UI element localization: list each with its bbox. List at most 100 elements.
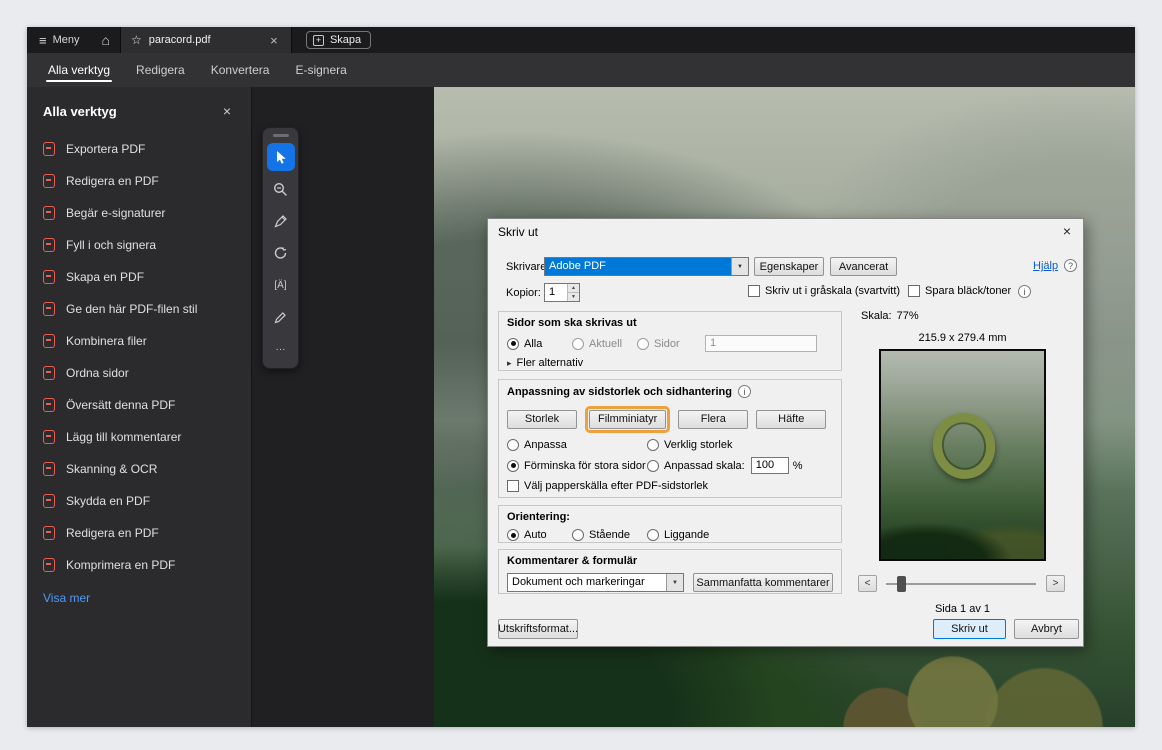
printer-select[interactable]: Adobe PDF ▼ [544, 257, 749, 276]
spin-down-icon[interactable]: ▼ [568, 293, 579, 301]
sidebar-item-exportera-pdf[interactable]: Exportera PDF [27, 133, 251, 165]
sidebar-item-label: Skanning & OCR [66, 462, 158, 476]
spin-up-icon[interactable]: ▲ [568, 284, 579, 293]
sidebar-item-ordna-sidor[interactable]: Ordna sidor [27, 357, 251, 389]
checkbox-icon [507, 480, 519, 492]
dropdown-arrow-icon[interactable]: ▼ [666, 574, 683, 591]
print-button[interactable]: Skriv ut [933, 619, 1006, 639]
copies-value[interactable]: 1 [545, 284, 567, 301]
printer-label: Skrivare: [506, 261, 550, 273]
help-icon[interactable]: ? [1064, 259, 1077, 272]
sidebar-item-redigera-pdf[interactable]: Redigera en PDF [27, 165, 251, 197]
star-icon[interactable]: ☆ [131, 33, 142, 47]
text-tool-icon: [Ä] [274, 279, 287, 291]
home-button[interactable]: ⌂ [92, 27, 120, 53]
radio-page-range[interactable]: Sidor [637, 337, 699, 350]
page-setup-button[interactable]: Utskriftsformat... [498, 619, 578, 639]
grayscale-checkbox[interactable]: Skriv ut i gråskala (svartvitt) [748, 285, 900, 297]
screen: ≡ Meny ⌂ ☆ paracord.pdf × + Skapa Alla v… [0, 0, 1162, 750]
sidebar-item-skanning-ocr[interactable]: Skanning & OCR [27, 453, 251, 485]
advanced-button[interactable]: Avancerat [830, 257, 897, 276]
sidebar-item-label: Exportera PDF [66, 142, 146, 156]
radio-actual-size[interactable]: Verklig storlek [647, 439, 732, 451]
comments-select[interactable]: Dokument och markeringar ▼ [507, 573, 684, 592]
properties-button[interactable]: Egenskaper [754, 257, 824, 276]
comments-group-title: Kommentarer & formulär [507, 555, 638, 567]
radio-label: Anpassad skala: [664, 459, 745, 472]
multiple-button[interactable]: Flera [678, 409, 749, 429]
highlighter-tool[interactable] [267, 207, 295, 235]
create-button[interactable]: + Skapa [305, 31, 372, 49]
sidebar-item-label: Begär e-signaturer [66, 206, 166, 220]
radio-fit[interactable]: Anpassa [507, 439, 647, 451]
summarize-comments-button[interactable]: Sammanfatta kommentarer [693, 573, 833, 592]
menu-button[interactable]: ≡ Meny [27, 27, 92, 53]
sidebar-item-komprimera-pdf[interactable]: Komprimera en PDF [27, 549, 251, 581]
previous-page-button[interactable]: < [858, 575, 877, 592]
sidebar-item-skydda-pdf[interactable]: Skydda en PDF [27, 485, 251, 517]
document-tab[interactable]: ☆ paracord.pdf × [119, 27, 292, 53]
page-slider-track[interactable] [886, 583, 1036, 585]
poster-button[interactable]: Filmminiatyr [589, 409, 667, 429]
info-icon[interactable]: i [1018, 285, 1031, 298]
text-select-tool[interactable]: [Ä] [267, 271, 295, 299]
sidebar-item-redigera-bort-pdf[interactable]: Redigera en PDF [27, 517, 251, 549]
sidebar-item-begar-esignaturer[interactable]: Begär e-signaturer [27, 197, 251, 229]
custom-scale-input[interactable]: 100 [750, 457, 789, 474]
sidebar-item-ge-pdf-stil[interactable]: Ge den här PDF-filen stil [27, 293, 251, 325]
pencil-tool[interactable] [267, 303, 295, 331]
paracord-ring-graphic [925, 406, 1003, 486]
toolbar-drag-handle[interactable] [272, 134, 289, 137]
info-icon[interactable]: i [737, 385, 751, 398]
radio-auto[interactable]: Auto [507, 529, 572, 541]
redact-pdf-icon [43, 526, 55, 540]
tab-alla-verktyg[interactable]: Alla verktyg [35, 53, 123, 87]
next-page-button[interactable]: > [1046, 575, 1065, 592]
radio-label: Sidor [654, 337, 680, 350]
dialog-close-icon[interactable]: × [1058, 223, 1076, 239]
sidebar-item-skapa-pdf[interactable]: Skapa en PDF [27, 261, 251, 293]
zoom-tool[interactable] [267, 175, 295, 203]
page-indicator: Sida 1 av 1 [934, 603, 991, 615]
radio-icon [572, 529, 584, 541]
radio-current-page[interactable]: Aktuell [572, 337, 637, 350]
sidebar-item-oversatt-pdf[interactable]: Översätt denna PDF [27, 389, 251, 421]
tab-label: Redigera [136, 63, 185, 77]
sidebar-item-label: Skydda en PDF [66, 494, 151, 508]
close-panel-icon[interactable]: × [219, 103, 235, 119]
save-ink-checkbox[interactable]: Spara bläck/toner [908, 285, 1011, 297]
close-tab-icon[interactable]: × [267, 33, 281, 48]
radio-portrait[interactable]: Stående [572, 529, 647, 541]
show-more-link[interactable]: Visa mer [27, 581, 251, 615]
radio-custom-scale[interactable]: Anpassad skala: [647, 459, 745, 472]
radio-all-pages[interactable]: Alla [507, 337, 572, 350]
booklet-button[interactable]: Häfte [756, 409, 827, 429]
page-slider-handle[interactable] [897, 576, 906, 592]
pages-group-title: Sidor som ska skrivas ut [507, 317, 637, 329]
scan-ocr-icon [43, 462, 55, 476]
radio-landscape[interactable]: Liggande [647, 529, 709, 541]
size-button[interactable]: Storlek [507, 409, 577, 429]
radio-shrink-oversized[interactable]: Förminska för stora sidor [507, 459, 647, 472]
paper-source-checkbox[interactable]: Välj papperskälla efter PDF-sidstorlek [507, 480, 708, 492]
tab-konvertera[interactable]: Konvertera [198, 53, 283, 87]
dialog-titlebar[interactable]: Skriv ut × [488, 219, 1083, 243]
tab-e-signera[interactable]: E-signera [282, 53, 359, 87]
tab-label: E-signera [295, 63, 347, 77]
cancel-button[interactable]: Avbryt [1014, 619, 1079, 639]
select-tool[interactable] [266, 143, 295, 171]
tab-redigera[interactable]: Redigera [123, 53, 198, 87]
copies-stepper[interactable]: 1 ▲ ▼ [544, 283, 580, 302]
sidebar-item-kombinera-filer[interactable]: Kombinera filer [27, 325, 251, 357]
help-link[interactable]: Hjälp [1033, 260, 1058, 272]
page-range-input[interactable]: 1 [705, 335, 817, 352]
sidebar-item-fyll-i-och-signera[interactable]: Fyll i och signera [27, 229, 251, 261]
loop-select-tool[interactable] [267, 239, 295, 267]
nav-tabs-bar: Alla verktyg Redigera Konvertera E-signe… [27, 53, 1135, 87]
sidebar-item-label: Ordna sidor [66, 366, 129, 380]
more-tools-button[interactable]: ··· [267, 335, 295, 363]
radio-label: Aktuell [589, 337, 623, 350]
dropdown-arrow-icon[interactable]: ▼ [731, 258, 748, 275]
more-options-toggle[interactable]: ▸ Fler alternativ [507, 357, 833, 369]
sidebar-item-lagg-till-kommentarer[interactable]: Lägg till kommentarer [27, 421, 251, 453]
